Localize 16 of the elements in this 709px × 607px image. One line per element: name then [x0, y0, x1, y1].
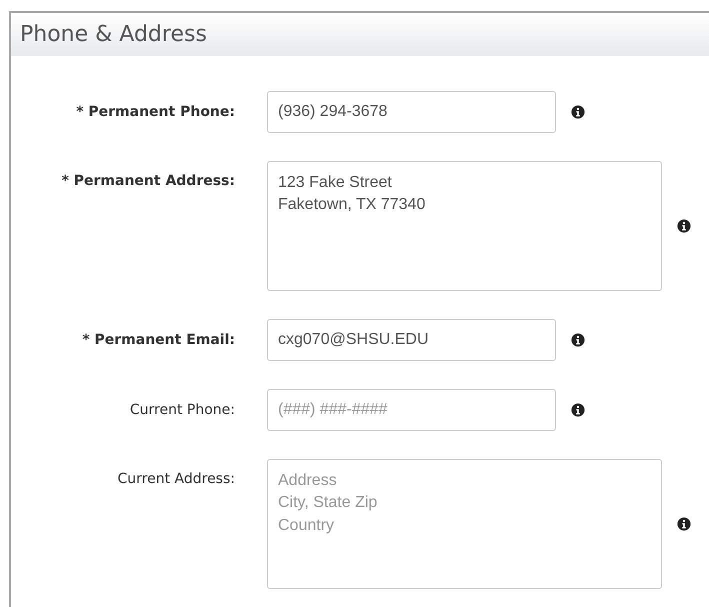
- field-label: * Permanent Email:: [81, 332, 235, 348]
- field-label: Current Phone:: [128, 402, 235, 418]
- info-icon[interactable]: [571, 333, 585, 347]
- text-area[interactable]: 123 Fake Street Faketown, TX 77340: [267, 161, 662, 291]
- input-field[interactable]: (936) 294-3678: [267, 91, 556, 133]
- input-field[interactable]: (###) ###-####: [267, 389, 556, 431]
- info-icon[interactable]: [571, 403, 585, 417]
- field-label: * Permanent Address:: [60, 173, 235, 189]
- panel-title: Phone & Address: [20, 22, 207, 47]
- info-icon[interactable]: [571, 105, 585, 119]
- info-icon[interactable]: [677, 517, 691, 531]
- field-label: Current Address:: [116, 471, 235, 487]
- input-field[interactable]: cxg070@SHSU.EDU: [267, 319, 556, 361]
- field-label: * Permanent Phone:: [75, 104, 235, 120]
- text-area[interactable]: Address City, State Zip Country: [267, 459, 662, 589]
- info-icon[interactable]: [677, 219, 691, 233]
